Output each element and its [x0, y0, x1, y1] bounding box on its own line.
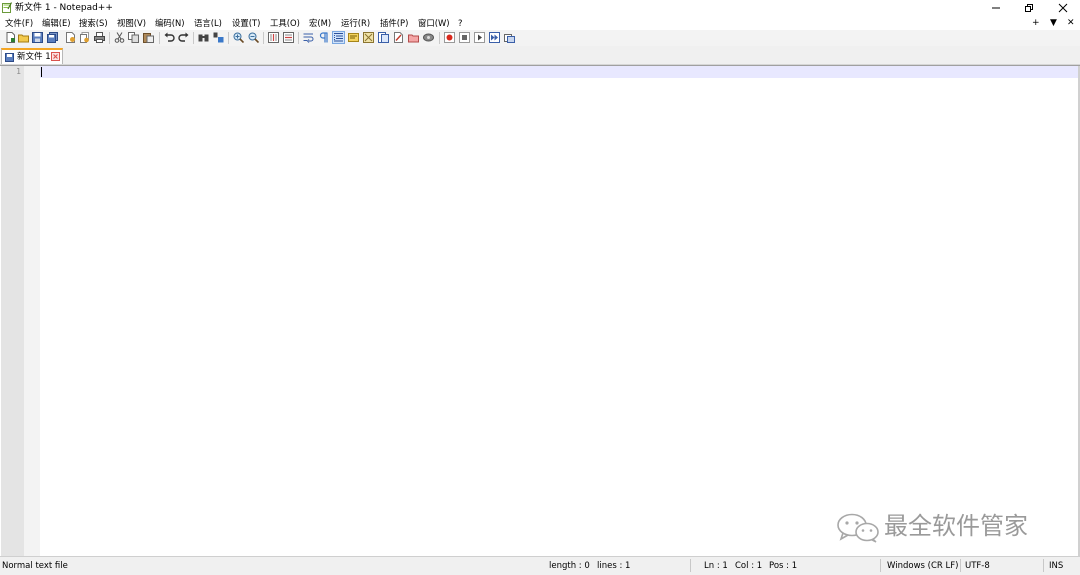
- status-eol[interactable]: Windows (CR LF): [887, 560, 958, 572]
- editor-pane[interactable]: 1: [0, 65, 1080, 557]
- status-separator: [1043, 559, 1044, 572]
- status-insert-mode: INS: [1049, 561, 1064, 571]
- status-ln: Ln : 1: [704, 561, 728, 571]
- toolbar-separator: [193, 32, 194, 44]
- status-lines: lines : 1: [597, 561, 631, 571]
- close-tab-x-button[interactable]: ✕: [1067, 17, 1075, 29]
- close-all-icon[interactable]: [79, 32, 90, 43]
- copy-icon[interactable]: [128, 32, 139, 43]
- tab-close-icon[interactable]: [51, 52, 60, 61]
- doc-map-icon[interactable]: [363, 32, 374, 43]
- cut-icon[interactable]: [114, 32, 125, 43]
- play-macro-icon[interactable]: [474, 32, 485, 43]
- status-bar: Normal text file length : 0 lines : 1 Ln…: [0, 556, 1080, 575]
- status-separator: [960, 559, 961, 572]
- watermark-text: 最全软件管家: [884, 512, 1028, 540]
- tab-bar: 新文件 1: [0, 46, 1080, 65]
- line-number: 1: [16, 67, 21, 76]
- status-pos: Pos : 1: [769, 561, 798, 571]
- menu-language[interactable]: 语言(L): [194, 17, 222, 29]
- menu-file[interactable]: 文件(F): [5, 17, 33, 29]
- status-file-type: Normal text file: [2, 561, 68, 571]
- eye-monitor-icon[interactable]: [423, 32, 434, 43]
- show-all-chars-icon[interactable]: [318, 32, 329, 43]
- current-line-highlight: [40, 66, 1078, 78]
- close-icon: [1058, 3, 1068, 13]
- saved-file-icon: [5, 53, 14, 62]
- restore-button[interactable]: [1012, 0, 1046, 16]
- save-macro-icon[interactable]: [504, 32, 515, 43]
- menu-search[interactable]: 搜索(S): [79, 17, 108, 29]
- indent-guide-icon[interactable]: [332, 31, 345, 44]
- tab-list-dropdown-button[interactable]: ▼: [1050, 17, 1057, 29]
- toolbar-separator: [159, 32, 160, 44]
- function-list-icon[interactable]: [378, 32, 389, 43]
- status-length: length : 0: [549, 561, 590, 571]
- menu-plugins[interactable]: 插件(P): [380, 17, 408, 29]
- paste-icon[interactable]: [143, 32, 154, 43]
- menu-encoding[interactable]: 编码(N): [155, 17, 185, 29]
- save-icon[interactable]: [32, 32, 43, 43]
- notepad-plus-plus-app-icon: [2, 2, 12, 13]
- fold-margin[interactable]: [24, 66, 40, 557]
- toolbar-separator: [109, 32, 110, 44]
- watermark: 最全软件管家: [836, 509, 1056, 545]
- status-separator: [880, 559, 881, 572]
- run-macro-multiple-icon[interactable]: [489, 32, 500, 43]
- menu-window[interactable]: 窗口(W): [418, 17, 450, 29]
- redo-icon[interactable]: [178, 32, 189, 43]
- tab-new-file-1[interactable]: 新文件 1: [1, 48, 63, 64]
- menu-run[interactable]: 运行(R): [341, 17, 370, 29]
- sync-vertical-icon[interactable]: [268, 32, 279, 43]
- zoom-in-icon[interactable]: [233, 32, 244, 43]
- undo-icon[interactable]: [164, 32, 175, 43]
- replace-icon[interactable]: [213, 32, 224, 43]
- new-tab-plus-button[interactable]: +: [1032, 17, 1040, 29]
- monitoring-icon[interactable]: [408, 32, 419, 43]
- toolbar-separator: [298, 32, 299, 44]
- restore-icon: [1025, 4, 1033, 12]
- save-all-icon[interactable]: [47, 32, 58, 43]
- text-caret: [41, 67, 42, 77]
- toolbar: [0, 30, 1080, 46]
- status-col: Col : 1: [735, 561, 763, 571]
- window-title: 新文件 1 - Notepad++: [15, 3, 113, 13]
- menu-tools[interactable]: 工具(O): [270, 17, 300, 29]
- menu-settings[interactable]: 设置(T): [232, 17, 260, 29]
- menu-help[interactable]: ?: [458, 17, 462, 29]
- line-number-gutter: 1: [1, 66, 24, 557]
- find-icon[interactable]: [198, 32, 209, 43]
- toolbar-separator: [439, 32, 440, 44]
- folder-workspace-icon[interactable]: [393, 32, 404, 43]
- new-file-icon[interactable]: [5, 32, 16, 43]
- toolbar-separator: [263, 32, 264, 44]
- minimize-button[interactable]: [979, 0, 1013, 16]
- text-area[interactable]: [40, 66, 1078, 557]
- sync-horizontal-icon[interactable]: [283, 32, 294, 43]
- close-window-button[interactable]: [1046, 0, 1080, 16]
- open-file-icon[interactable]: [18, 32, 29, 43]
- record-macro-icon[interactable]: [444, 32, 455, 43]
- menu-macro[interactable]: 宏(M): [309, 17, 331, 29]
- status-encoding[interactable]: UTF-8: [965, 560, 990, 572]
- user-language-icon[interactable]: [348, 32, 359, 43]
- toolbar-separator: [228, 32, 229, 44]
- tab-label: 新文件 1: [17, 52, 51, 62]
- status-separator: [690, 559, 691, 572]
- word-wrap-icon[interactable]: [303, 32, 314, 43]
- menu-bar: 文件(F) 编辑(E) 搜索(S) 视图(V) 编码(N) 语言(L) 设置(T…: [0, 16, 1080, 30]
- wechat-icon: [837, 513, 879, 543]
- menu-view[interactable]: 视图(V): [117, 17, 146, 29]
- title-bar: 新文件 1 - Notepad++: [0, 0, 1080, 16]
- stop-record-icon[interactable]: [459, 32, 470, 43]
- print-icon[interactable]: [94, 32, 105, 43]
- menu-edit[interactable]: 编辑(E): [42, 17, 71, 29]
- close-icon[interactable]: [65, 32, 76, 43]
- minimize-icon: [992, 7, 1000, 9]
- zoom-out-icon[interactable]: [248, 32, 259, 43]
